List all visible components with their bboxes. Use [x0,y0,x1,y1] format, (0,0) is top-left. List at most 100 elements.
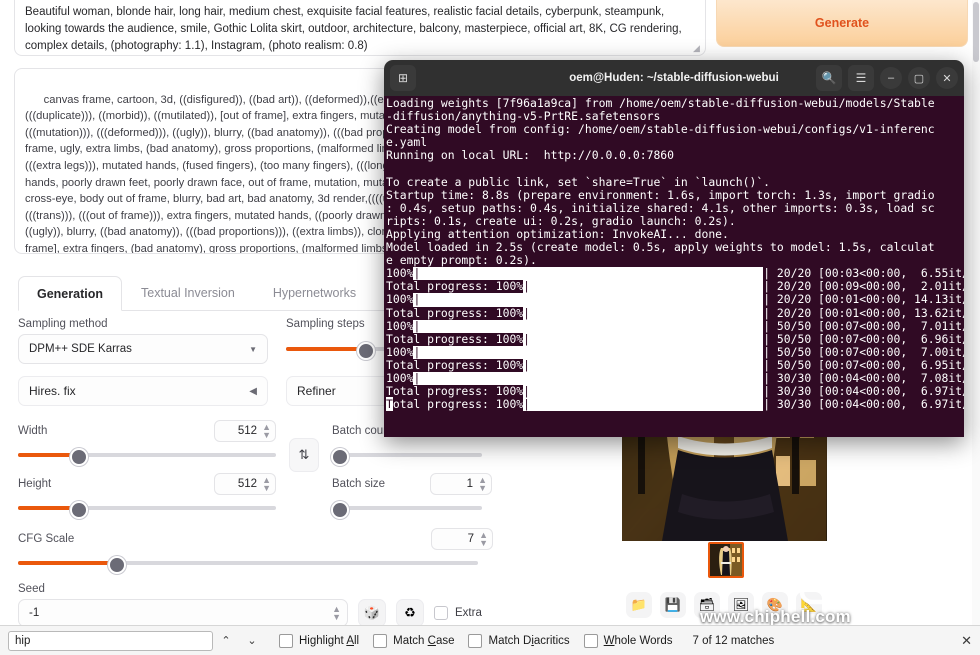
seed-group: Seed -1 ▲ ▼ 🎲 ♻ Extra [18,583,718,627]
find-query: hip [15,634,31,647]
maximize-button[interactable]: ▢ [908,67,930,89]
close-button[interactable]: ✕ [936,67,958,89]
height-number-input[interactable]: 512 ▲ ▼ [214,473,276,495]
height-slider[interactable] [18,501,276,519]
stepper-icon[interactable]: ▲ ▼ [332,605,341,622]
batch-size-number-input[interactable]: 1 ▲ ▼ [430,473,492,495]
page-scrollbar[interactable] [972,0,980,625]
progress-stats: | 20/20 [00:09<00:00, 2.01it/s] [763,279,964,294]
seed-row: -1 ▲ ▼ 🎲 ♻ Extra [18,599,718,627]
hires-fix-accordion[interactable]: Hires. fix ◀ [18,376,268,406]
find-input[interactable]: hip [8,630,213,651]
terminal-output[interactable]: Loading weights [7f96a1a9ca] from /home/… [384,96,964,437]
width-number-input[interactable]: 512 ▲ ▼ [214,420,276,442]
ruler-triangle-icon: 📐 [800,597,818,612]
tab-hypernetworks[interactable]: Hypernetworks [254,276,375,310]
random-seed-button[interactable]: 🎲 [358,599,386,627]
terminal-line: : 0.4s, setup paths: 0.4s, initialize sh… [386,200,935,215]
gallery-toolbar: 📁 💾 🗃 🖼 🎨 📐 [626,592,822,618]
maximize-icon: ▢ [913,72,925,85]
whole-words-checkbox[interactable]: Whole Words [583,633,673,648]
checkbox-icon[interactable] [583,633,598,648]
height-value: 512 [237,478,258,490]
send-to-img2img-button[interactable]: 🖼 [728,592,754,618]
slider-knob[interactable] [70,448,88,466]
slider-knob[interactable] [331,501,349,519]
checkbox-icon[interactable] [434,606,448,620]
find-previous-button[interactable]: ⌃ [213,630,239,652]
hires-fix-label: Hires. fix [29,384,76,398]
stepper-icon[interactable]: ▲ ▼ [478,476,487,493]
refiner-label: Refiner [297,384,336,398]
sampling-method-value: DPM++ SDE Karras [29,343,132,355]
tab-textual-inversion[interactable]: Textual Inversion [122,276,254,310]
page-scrollbar-thumb[interactable] [973,2,979,62]
terminal-line: To create a public link, set `share=True… [386,174,771,189]
sampling-method-select[interactable]: DPM++ SDE Karras ▼ [18,334,268,364]
width-value: 512 [237,425,258,437]
slider-knob[interactable] [70,501,88,519]
batch-size-label: Batch size [332,478,386,490]
match-case-checkbox[interactable]: Match Case [373,633,454,648]
checkbox-icon[interactable] [468,633,483,648]
stepper-icon[interactable]: ▲ ▼ [262,476,271,493]
save-zip-button[interactable]: 🗃 [694,592,720,618]
minimize-button[interactable]: – [880,67,902,89]
prompt-text: Beautiful woman, blonde hair, long hair,… [25,6,682,52]
checkbox-icon[interactable] [373,633,388,648]
progress-label: 100% [386,370,414,385]
swap-dimensions-icon: ⇅ [298,447,310,462]
seed-input[interactable]: -1 ▲ ▼ [18,599,348,627]
progress-label: 100% [386,318,414,333]
send-to-extras-button[interactable]: 📐 [796,592,822,618]
find-next-button[interactable]: ⌄ [239,630,265,652]
chevron-down-icon: ▼ [249,344,257,354]
batch-count-slider[interactable] [331,448,482,466]
cfg-scale-slider[interactable] [18,556,478,574]
seed-label: Seed [18,583,45,595]
reuse-seed-recycle-icon: ♻ [404,605,416,620]
progress-label: Total progress: 100% [386,305,524,320]
cfg-scale-number-input[interactable]: 7 ▲ ▼ [431,528,493,550]
find-status: 7 of 12 matches [692,634,775,647]
slider-knob[interactable] [331,448,349,466]
stepper-icon[interactable]: ▲ ▼ [479,531,488,548]
prompt-textarea[interactable]: Beautiful woman, blonde hair, long hair,… [14,0,706,56]
checkbox-icon[interactable] [279,633,293,648]
whole-words-label: Whole Words [603,634,673,647]
cfg-scale-value: 7 [467,533,475,545]
chevron-down-icon: ⌄ [247,635,257,647]
gallery-thumbnail[interactable] [708,542,744,578]
stepper-icon[interactable]: ▲ ▼ [262,423,271,440]
extra-seed-checkbox[interactable]: Extra [434,606,482,620]
generate-button[interactable]: Generate [716,0,968,47]
terminal-titlebar[interactable]: ⊞ oem@Huden: ~/stable-diffusion-webui 🔍 … [384,60,964,96]
batch-size-slider[interactable] [331,501,482,519]
progress-label: Total progress: 100% [386,279,524,294]
send-to-inpaint-button[interactable]: 🎨 [762,592,788,618]
width-header: Width 512 ▲ ▼ [18,420,276,442]
tab-textual-inversion-label: Textual Inversion [141,286,235,300]
save-button[interactable]: 💾 [660,592,686,618]
match-diacritics-checkbox[interactable]: Match Diacritics [468,633,570,648]
resize-grip-icon[interactable]: ◢ [693,44,703,54]
open-folder-button[interactable]: 📁 [626,592,652,618]
width-slider[interactable] [18,448,276,466]
terminal-menu-button[interactable]: ☰ [848,65,874,91]
height-header: Height 512 ▲ ▼ [18,473,276,495]
screenshot-root: Beautiful woman, blonde hair, long hair,… [0,0,980,655]
height-label: Height [18,478,52,490]
new-tab-button[interactable]: ⊞ [390,65,416,91]
swap-dimensions-button[interactable]: ⇅ [289,438,319,472]
slider-knob[interactable] [357,342,375,360]
slider-knob[interactable] [108,556,126,574]
highlight-all-checkbox[interactable]: Highlight All [279,633,359,648]
cfg-scale-group: CFG Scale 7 ▲ ▼ [18,528,493,574]
progress-bar: | [523,305,764,320]
sampling-method-label: Sampling method [18,318,108,330]
generate-button-label: Generate [814,16,870,30]
terminal-search-button[interactable]: 🔍 [816,65,842,91]
reuse-seed-button[interactable]: ♻ [396,599,424,627]
tab-generation[interactable]: Generation [18,276,122,311]
find-close-button[interactable]: ✕ [961,633,972,649]
